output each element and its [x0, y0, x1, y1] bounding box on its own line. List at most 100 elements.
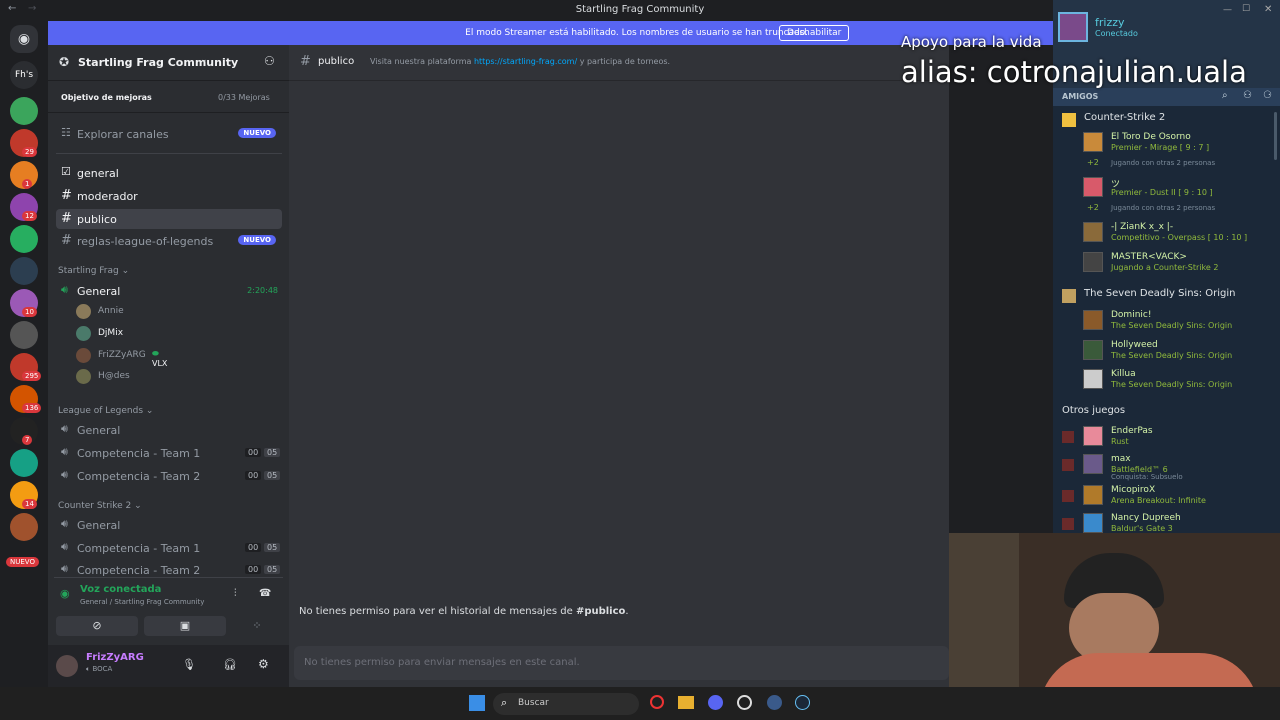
steam-username[interactable]: frizzy [1095, 16, 1125, 29]
steam-friend[interactable]: Killua The Seven Deadly Sins: Origin [1053, 367, 1280, 397]
gear-icon[interactable]: ⚙ [258, 657, 269, 671]
camera-off-button[interactable]: ⊘ [56, 616, 138, 636]
avatar [1083, 177, 1103, 197]
search-icon[interactable]: ⌕ [1222, 90, 1228, 101]
server-icon[interactable] [10, 225, 38, 253]
server-fhs[interactable]: Fh's [10, 61, 38, 89]
mention-badge: 7 [22, 435, 33, 445]
hash-icon: # [300, 54, 311, 69]
explore-channels[interactable]: ☷ Explorar canales NUEVO [56, 124, 282, 144]
steam-friend[interactable]: MASTER<VACK> Jugando a Counter-Strike 2 [1053, 250, 1280, 280]
category-cs2[interactable]: Counter Strike 2 ⌄ [58, 501, 142, 511]
avatar [1083, 340, 1103, 360]
steam-friend[interactable]: ツ Premier - Dust II [ 9 : 10 ] [1053, 175, 1280, 205]
add-member-icon[interactable]: ⚇ [264, 54, 275, 68]
steam-friend[interactable]: max Battlefield™ 6 Conquista: Subsuelo [1053, 452, 1280, 482]
message-composer[interactable]: No tienes permiso para enviar mensajes e… [294, 646, 949, 680]
server-icon[interactable] [10, 97, 38, 125]
server-icon[interactable] [10, 257, 38, 285]
search-placeholder: Buscar [518, 698, 549, 708]
category-startling-frag[interactable]: Startling Frag ⌄ [58, 266, 129, 276]
explore-label: Explorar canales [77, 128, 169, 141]
add-friend-icon[interactable]: ⚇ [1243, 90, 1252, 101]
app-icon[interactable] [737, 695, 752, 710]
channel-label: General [77, 285, 121, 298]
channel-moderador[interactable]: # moderador [56, 186, 282, 206]
party-detail: Jugando con otras 2 personas [1111, 204, 1216, 212]
server-icon[interactable] [10, 513, 38, 541]
screen-share-button[interactable]: ▣ [144, 616, 226, 636]
mention-badge: 14 [22, 499, 37, 509]
friend-name: El Toro De Osorno [1111, 132, 1191, 142]
voice-channel[interactable]: 🔊︎ Competencia - Team 1 00 05 [56, 443, 282, 463]
channel-sidebar: ✪ Startling Frag Community ⌄ ⚇ Objetivo … [48, 45, 289, 687]
avatar[interactable] [56, 655, 78, 677]
channel-label: General [77, 519, 121, 532]
no-history-message: No tienes permiso para ver el historial … [299, 606, 629, 617]
windows-start-icon[interactable] [469, 695, 485, 711]
user-name: H@des [98, 371, 130, 381]
voice-channel[interactable]: 🔊︎ General [56, 420, 282, 440]
mention-badge: 29 [22, 147, 37, 157]
chat-area: # publico Visita nuestra plataforma http… [289, 45, 949, 687]
steam-friend[interactable]: MicopiroX Arena Breakout: Infinite [1053, 483, 1280, 513]
discord-home-icon[interactable]: ◉ [10, 25, 38, 53]
voice-channel[interactable]: 🔊︎ Competencia - Team 2 00 05 [56, 466, 282, 486]
mention-badge: 10 [22, 307, 37, 317]
headset-icon[interactable]: 🎧︎ [223, 658, 237, 671]
soundboard-icon[interactable]: ⫶ [234, 588, 237, 599]
close-icon[interactable]: ✕ [1264, 4, 1272, 15]
server-name: Startling Frag Community [78, 56, 239, 69]
group-chat-icon[interactable]: ⚆ [1263, 90, 1272, 101]
steam-friend[interactable]: Dominic! The Seven Deadly Sins: Origin [1053, 308, 1280, 338]
steam-game-group[interactable]: Otros juegos [1062, 405, 1125, 416]
channel-label: General [77, 424, 121, 437]
obs-icon[interactable] [767, 695, 782, 710]
channel-publico[interactable]: # publico [56, 209, 282, 229]
steam-game-group[interactable]: The Seven Deadly Sins: Origin [1084, 288, 1236, 299]
disconnect-icon[interactable]: ☎ [259, 588, 271, 599]
topic-link[interactable]: https://startling-frag.com/ [474, 57, 577, 66]
party-count: +2 [1087, 158, 1099, 167]
avatar [1083, 426, 1103, 446]
scrollbar[interactable] [1274, 112, 1277, 160]
channel-general[interactable]: ☑ general [56, 163, 282, 183]
composer-placeholder: No tienes permiso para enviar mensajes e… [304, 657, 580, 668]
steam-friend[interactable]: EnderPas Rust [1053, 424, 1280, 454]
activities-button[interactable]: ⁘ [232, 616, 282, 636]
steam-friend[interactable]: -| ZianK x_x |- Competitivo - Overpass [ … [1053, 220, 1280, 250]
boost-goal[interactable]: Objetivo de mejoras 0/33 Mejoras [48, 81, 289, 113]
friend-name: EnderPas [1111, 426, 1153, 436]
avatar [1083, 369, 1103, 389]
search-box[interactable]: ⌕ Buscar [493, 693, 639, 715]
voice-channel[interactable]: 🔊︎ General [56, 515, 282, 535]
server-icon[interactable] [10, 321, 38, 349]
file-explorer-icon[interactable] [678, 696, 694, 709]
minimize-icon[interactable]: — [1223, 5, 1232, 15]
category-lol[interactable]: League of Legends ⌄ [58, 406, 153, 416]
server-header[interactable]: ✪ Startling Frag Community ⌄ ⚇ [48, 45, 289, 81]
channel-reglas[interactable]: # reglas-league-of-legends NUEVO [56, 231, 282, 251]
maximize-icon[interactable]: ☐ [1242, 4, 1250, 14]
disable-streamer-button[interactable]: Deshabilitar [779, 25, 850, 41]
user-name[interactable]: FrizZyARG [86, 652, 144, 663]
voice-channel[interactable]: 🔊︎ Competencia - Team 1 00 05 [56, 538, 282, 558]
discord-icon[interactable] [708, 695, 723, 710]
voice-channel-general[interactable]: 🔊︎ General 2:20:48 [56, 281, 282, 301]
server-icon[interactable] [10, 449, 38, 477]
avatar [1083, 222, 1103, 242]
steam-friend[interactable]: El Toro De Osorno Premier - Mirage [ 9 : … [1053, 130, 1280, 160]
avatar [1083, 513, 1103, 533]
server-list: ◉ Fh's 29 1 12 10 295 136 7 14 NUEVO [0, 21, 48, 687]
microphone-icon[interactable]: 🎙︎ [182, 658, 196, 671]
steam-game-group[interactable]: Counter-Strike 2 [1084, 112, 1165, 123]
friends-heading: AMIGOS [1062, 92, 1099, 101]
user-count: 00 [245, 471, 262, 480]
steam-friend[interactable]: Hollyweed The Seven Deadly Sins: Origin [1053, 338, 1280, 368]
opera-icon[interactable] [650, 695, 664, 709]
new-badge: NUEVO [238, 235, 276, 245]
boost-value: 0/33 Mejoras [218, 93, 270, 102]
avatar[interactable] [1058, 12, 1088, 42]
steam-icon[interactable] [795, 695, 810, 710]
voice-location[interactable]: General / Startling Frag Community [80, 598, 204, 606]
